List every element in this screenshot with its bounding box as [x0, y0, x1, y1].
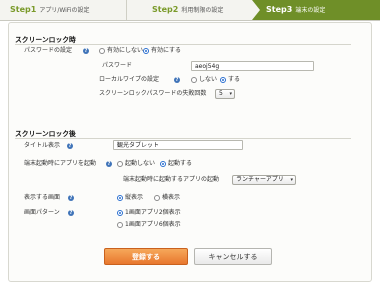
settings-panel	[8, 22, 372, 282]
local-wipe-on-label[interactable]: する	[228, 76, 240, 84]
step-1-label: アプリ/WiFiの設定	[39, 7, 90, 14]
help-icon[interactable]: ?	[68, 210, 74, 216]
after-section-title: スクリーンロック後	[15, 130, 76, 138]
register-button[interactable]: 登録する	[104, 248, 188, 265]
pattern-2-radio[interactable]	[117, 210, 123, 216]
chevron-down-icon: ▾	[229, 91, 232, 97]
steps-bar: Step1 アプリ/WiFiの設定 Step2 利用制限の設定 Step3 端末の設定	[0, 0, 380, 21]
local-wipe-on-radio[interactable]	[220, 77, 226, 83]
title-display-label: タイトル表示	[24, 142, 61, 149]
help-icon[interactable]: ?	[83, 48, 89, 54]
cancel-button[interactable]: キャンセルする	[194, 248, 272, 265]
step-divider	[126, 0, 127, 20]
password-input[interactable]: aeoj54g	[191, 61, 314, 71]
help-icon[interactable]: ?	[68, 195, 74, 201]
step-3-number: Step3	[266, 5, 293, 14]
orientation-label: 表示する画面	[24, 194, 61, 201]
step-3[interactable]: Step3 端末の設定	[252, 0, 380, 20]
local-wipe-off-radio[interactable]	[191, 77, 197, 83]
step-arrow	[252, 0, 260, 20]
help-icon[interactable]: ?	[174, 77, 180, 83]
local-wipe-off-label[interactable]: しない	[199, 76, 217, 84]
launch-app-sub-label: 端末起動時に起動するアプリの起動	[123, 176, 220, 183]
chevron-down-icon: ▾	[290, 177, 293, 183]
pattern-6-radio[interactable]	[117, 222, 123, 228]
step-1-number: Step1	[10, 5, 37, 14]
fail-count-value: 5	[219, 90, 223, 97]
password-enable-radio[interactable]	[143, 48, 149, 54]
step-2-number: Step2	[152, 5, 179, 14]
portrait-label[interactable]: 縦表示	[125, 194, 143, 202]
password-disable-radio[interactable]	[99, 48, 105, 54]
landscape-radio[interactable]	[154, 195, 160, 201]
local-wipe-label: ローカルワイプの設定	[99, 76, 160, 83]
launch-on-radio[interactable]	[160, 161, 166, 167]
help-icon[interactable]: ?	[106, 161, 112, 167]
pattern-2-label[interactable]: 1画面アプリ2個表示	[125, 209, 181, 217]
section-divider	[15, 138, 351, 139]
step-2-label: 利用制限の設定	[181, 7, 224, 14]
launch-app-value: ランチャーアプリ	[236, 176, 284, 183]
title-display-input[interactable]: 観光タブレット	[113, 140, 243, 150]
fail-count-label: スクリーンロックパスワードの失敗回数	[99, 90, 207, 97]
fail-count-select[interactable]: 5 ▾	[215, 89, 235, 99]
portrait-radio[interactable]	[117, 195, 123, 201]
password-label: パスワード	[102, 62, 133, 69]
launch-on-label[interactable]: 起動する	[168, 160, 192, 168]
landscape-label[interactable]: 横表示	[162, 194, 180, 202]
launch-app-select[interactable]: ランチャーアプリ ▾	[232, 175, 296, 185]
step-1[interactable]: Step1 アプリ/WiFiの設定	[10, 0, 89, 20]
help-icon[interactable]: ?	[67, 143, 73, 149]
step-3-label: 端末の設定	[295, 7, 326, 14]
pattern-label: 画面パターン	[24, 209, 60, 216]
launch-app-label: 端末起動時にアプリを起動	[24, 160, 97, 167]
pattern-6-label[interactable]: 1画面アプリ6個表示	[125, 221, 181, 229]
password-enable-label[interactable]: 有効にする	[151, 47, 181, 55]
password-disable-label[interactable]: 有効にしない	[107, 47, 143, 55]
launch-off-label[interactable]: 起動しない	[125, 160, 155, 168]
step-2[interactable]: Step2 利用制限の設定	[152, 0, 223, 20]
password-setting-label: パスワードの設定	[24, 47, 73, 54]
section-divider	[15, 44, 351, 45]
launch-off-radio[interactable]	[117, 161, 123, 167]
lock-section-title: スクリーンロック時	[15, 36, 76, 44]
